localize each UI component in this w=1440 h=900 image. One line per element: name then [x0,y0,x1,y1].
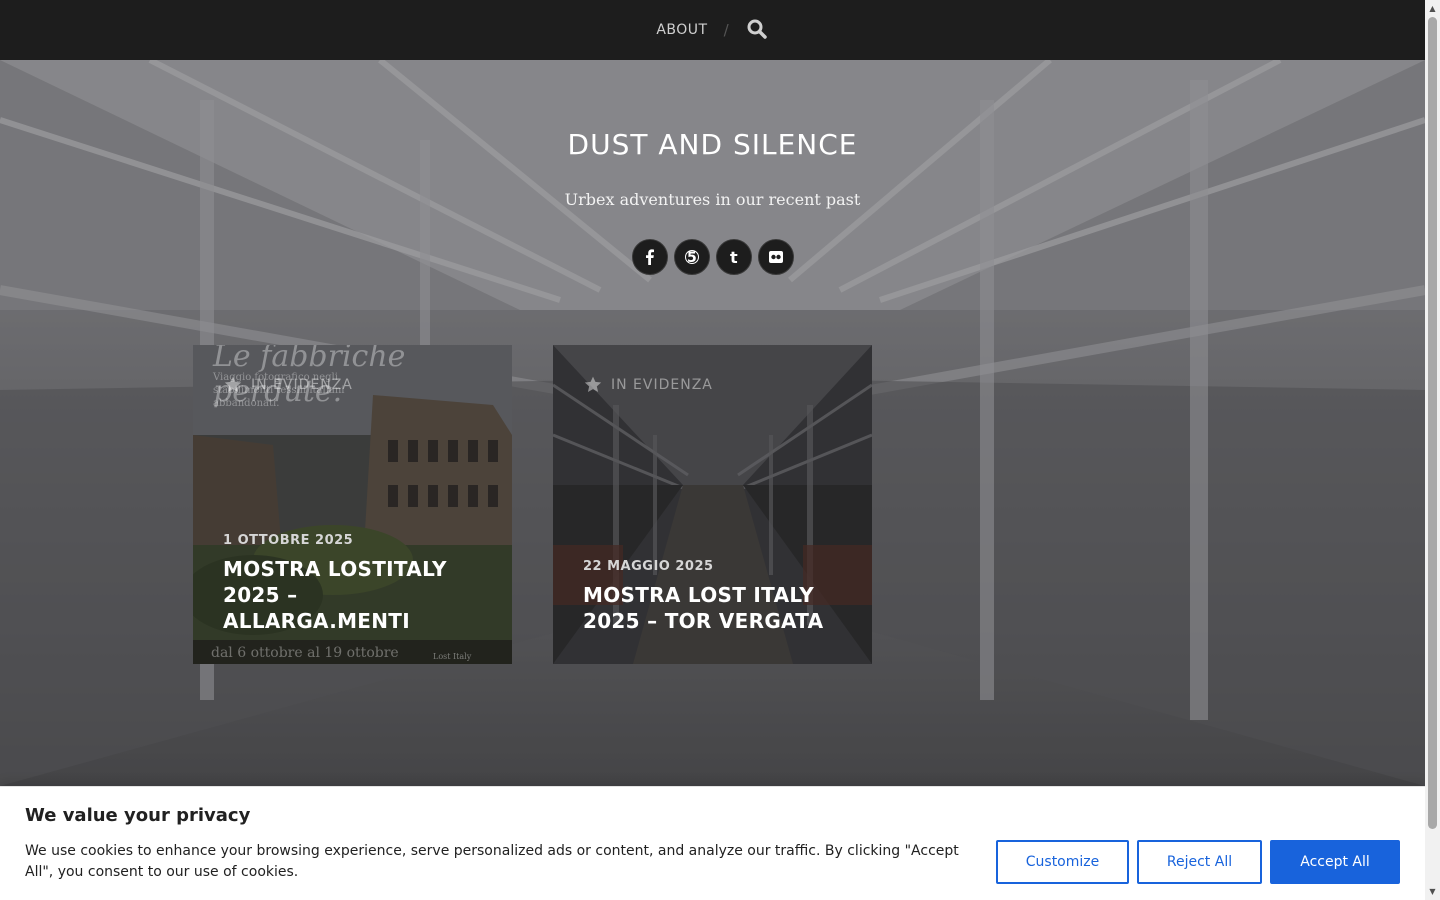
post-title[interactable]: MOSTRA LOST ITALY 2025 – TOR VERGATA [583,582,843,634]
poster-footer: dal 6 ottobre al 19 ottobre [211,645,399,661]
scrollbar[interactable]: ▲ ▼ [1425,0,1440,900]
500px-icon[interactable]: 5 [673,239,710,275]
flickr-icon[interactable] [757,239,794,275]
site-tagline: Urbex adventures in our recent past [564,190,861,209]
customize-button[interactable]: Customize [996,840,1129,884]
nav-about-link[interactable]: ABOUT [656,22,707,38]
social-links: 5 t [0,239,1425,275]
top-nav-bar: ABOUT / [0,0,1425,60]
featured-badge: IN EVIDENZA [223,375,353,395]
scroll-down-arrow-icon[interactable]: ▼ [1425,883,1440,900]
poster-brand: Lost Italy [433,652,472,661]
svg-text:t: t [730,249,738,265]
card-meta: 1 OTTOBRE 2025 MOSTRA LOSTITALY 2025 – A… [223,533,483,634]
scroll-up-arrow-icon[interactable]: ▲ [1425,0,1440,17]
tumblr-icon[interactable]: t [715,239,752,275]
card-meta: 22 MAGGIO 2025 MOSTRA LOST ITALY 2025 – … [583,559,843,634]
facebook-icon[interactable] [631,239,668,275]
post-date: 22 MAGGIO 2025 [583,559,714,574]
search-icon[interactable] [747,19,769,41]
scroll-thumb[interactable] [1428,17,1437,829]
cookie-title: We value your privacy [25,805,251,826]
star-icon [584,376,602,392]
featured-label: IN EVIDENZA [251,377,353,393]
post-date: 1 OTTOBRE 2025 [223,533,354,548]
featured-badge: IN EVIDENZA [583,375,713,395]
star-icon [224,376,242,392]
featured-label: IN EVIDENZA [611,377,713,393]
accept-all-button[interactable]: Accept All [1270,840,1400,884]
cookie-consent-banner: We value your privacy We use cookies to … [0,786,1425,900]
post-card[interactable]: IN EVIDENZA 22 MAGGIO 2025 MOSTRA LOST I… [553,345,872,664]
post-title[interactable]: MOSTRA LOSTITALY 2025 – ALLARGA.MENTI [223,556,483,634]
post-card[interactable]: Le fabbriche perdute. Viaggio fotografic… [193,345,512,664]
site-title[interactable]: DUST AND SILENCE [0,128,1425,161]
reject-all-button[interactable]: Reject All [1137,840,1262,884]
cookie-text: We use cookies to enhance your browsing … [25,843,959,880]
nav-separator: / [723,21,729,39]
hero-section: DUST AND SILENCE Urbex adventures in our… [0,60,1425,786]
